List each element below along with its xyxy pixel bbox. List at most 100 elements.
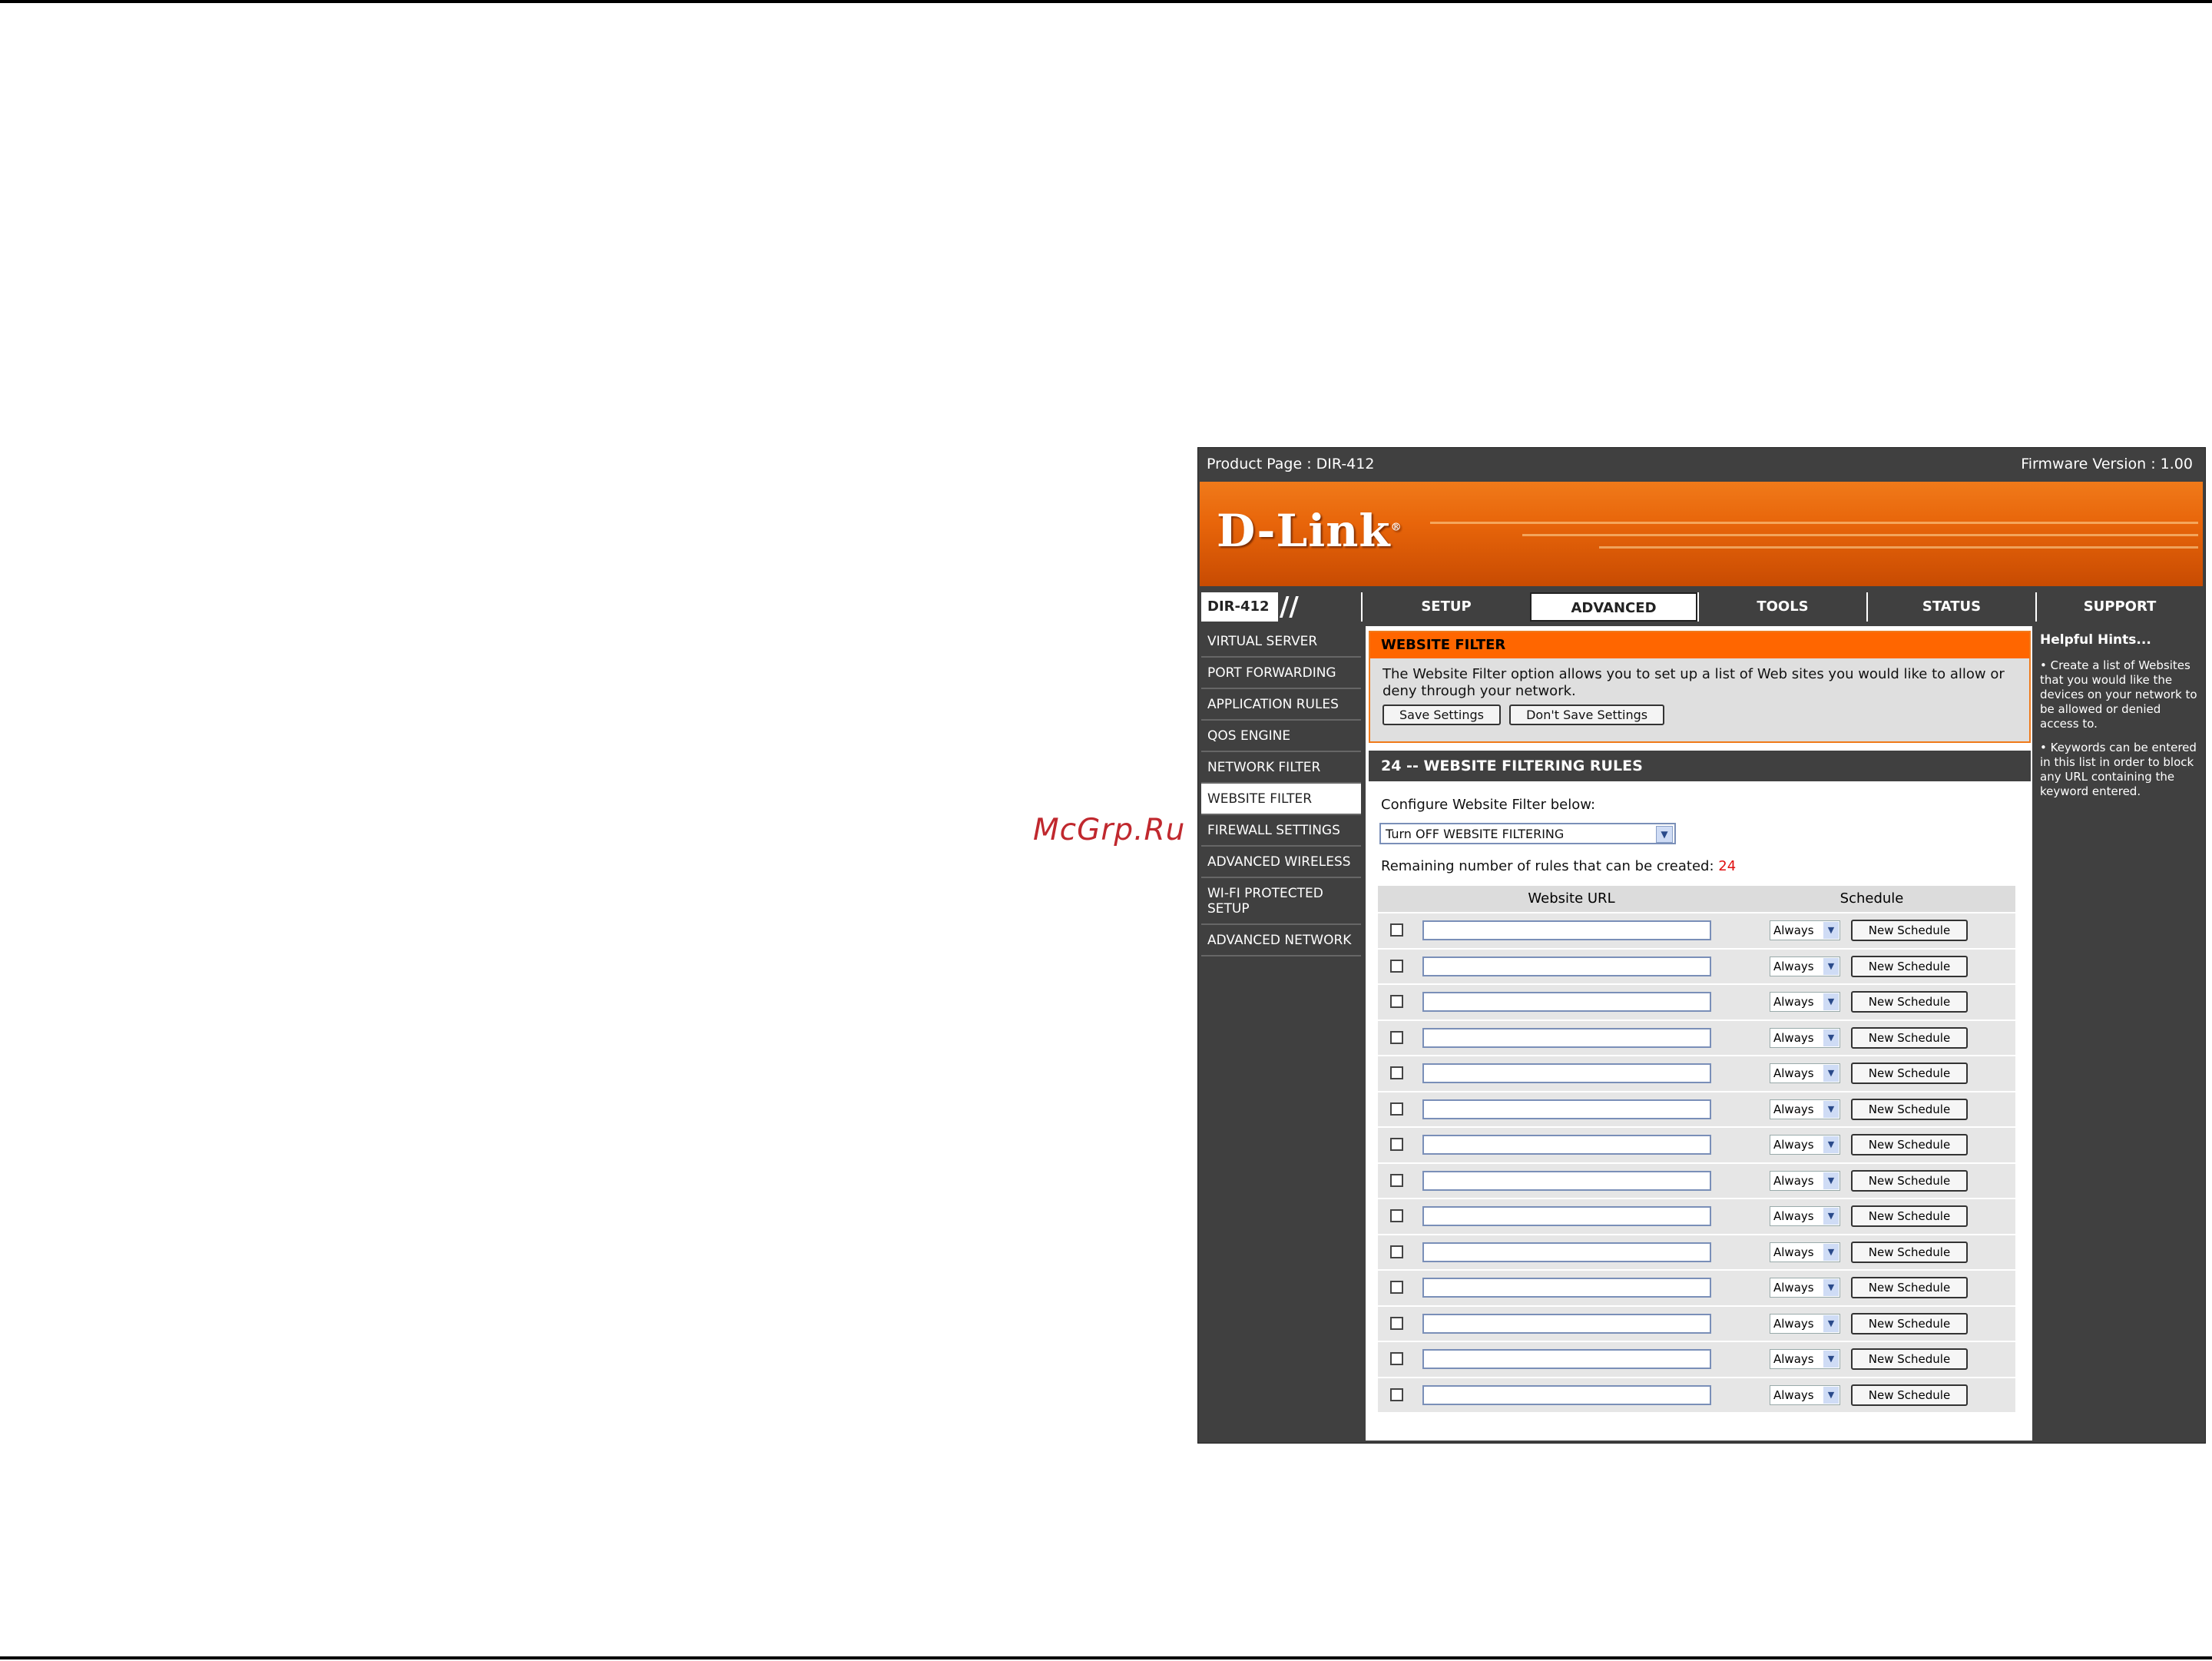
sidebar-item-network-filter[interactable]: NETWORK FILTER: [1201, 752, 1361, 784]
rule-enable-checkbox[interactable]: [1390, 923, 1403, 937]
website-url-input[interactable]: [1422, 1313, 1711, 1334]
new-schedule-button[interactable]: New Schedule: [1851, 1384, 1968, 1406]
new-schedule-button[interactable]: New Schedule: [1851, 1241, 1968, 1263]
new-schedule-button[interactable]: New Schedule: [1851, 1026, 1968, 1049]
schedule-select[interactable]: Always ▼: [1770, 1384, 1840, 1405]
rule-enable-checkbox[interactable]: [1390, 1066, 1403, 1079]
new-schedule-button[interactable]: New Schedule: [1851, 1205, 1968, 1227]
chevron-down-icon[interactable]: ▼: [1823, 1100, 1839, 1118]
schedule-value: Always: [1773, 923, 1814, 937]
website-url-input[interactable]: [1422, 1242, 1711, 1262]
new-schedule-button[interactable]: New Schedule: [1851, 1348, 1968, 1370]
website-url-input[interactable]: [1422, 1384, 1711, 1405]
rule-enable-checkbox[interactable]: [1390, 1316, 1403, 1330]
chevron-down-icon[interactable]: ▼: [1656, 826, 1673, 843]
sidebar-item-port-forwarding[interactable]: PORT FORWARDING: [1201, 658, 1361, 689]
filter-mode-select[interactable]: Turn OFF WEBSITE FILTERING ▼: [1379, 823, 1676, 844]
new-schedule-button[interactable]: New Schedule: [1851, 1098, 1968, 1120]
schedule-select[interactable]: Always ▼: [1770, 920, 1840, 940]
new-schedule-button[interactable]: New Schedule: [1851, 1312, 1968, 1334]
website-url-input[interactable]: [1422, 1063, 1711, 1083]
schedule-select[interactable]: Always ▼: [1770, 1313, 1840, 1334]
chevron-down-icon[interactable]: ▼: [1823, 1279, 1839, 1296]
rule-enable-checkbox[interactable]: [1390, 1352, 1403, 1365]
new-schedule-button[interactable]: New Schedule: [1851, 991, 1968, 1013]
schedule-select[interactable]: Always ▼: [1770, 1206, 1840, 1226]
table-row: Always ▼ New Schedule: [1378, 1305, 2015, 1341]
new-schedule-button[interactable]: New Schedule: [1851, 920, 1968, 941]
rule-enable-checkbox[interactable]: [1390, 1102, 1403, 1116]
tab-tools[interactable]: TOOLS: [1697, 592, 1866, 622]
website-url-input[interactable]: [1422, 1170, 1711, 1191]
schedule-select[interactable]: Always ▼: [1770, 1242, 1840, 1262]
chevron-down-icon[interactable]: ▼: [1823, 1136, 1839, 1153]
new-schedule-button[interactable]: New Schedule: [1851, 1277, 1968, 1298]
tab-setup[interactable]: SETUP: [1361, 592, 1530, 622]
website-url-input[interactable]: [1422, 956, 1711, 976]
website-url-input[interactable]: [1422, 1099, 1711, 1119]
chevron-down-icon[interactable]: ▼: [1823, 1172, 1839, 1189]
schedule-value: Always: [1773, 1138, 1814, 1152]
schedule-select[interactable]: Always ▼: [1770, 1278, 1840, 1298]
rule-enable-checkbox[interactable]: [1390, 959, 1403, 973]
sidebar-item-virtual-server[interactable]: VIRTUAL SERVER: [1201, 626, 1361, 658]
chevron-down-icon[interactable]: ▼: [1823, 922, 1839, 939]
website-url-input[interactable]: [1422, 920, 1711, 940]
chevron-down-icon[interactable]: ▼: [1823, 993, 1839, 1010]
rule-enable-checkbox[interactable]: [1390, 1138, 1403, 1151]
new-schedule-button[interactable]: New Schedule: [1851, 1134, 1968, 1155]
rule-enable-checkbox[interactable]: [1390, 1030, 1403, 1044]
schedule-select[interactable]: Always ▼: [1770, 1170, 1840, 1191]
website-url-input[interactable]: [1422, 1278, 1711, 1298]
schedule-select[interactable]: Always ▼: [1770, 1135, 1840, 1155]
chevron-down-icon[interactable]: ▼: [1823, 1243, 1839, 1261]
rule-enable-checkbox[interactable]: [1390, 1245, 1403, 1258]
schedule-select[interactable]: Always ▼: [1770, 1099, 1840, 1119]
sidebar-item-application-rules[interactable]: APPLICATION RULES: [1201, 689, 1361, 721]
rules-section-title: 24 -- WEBSITE FILTERING RULES: [1369, 751, 2031, 781]
chevron-down-icon[interactable]: ▼: [1823, 1386, 1839, 1404]
rule-enable-checkbox[interactable]: [1390, 1387, 1403, 1401]
new-schedule-button[interactable]: New Schedule: [1851, 955, 1968, 977]
website-url-input[interactable]: [1422, 1349, 1711, 1369]
new-schedule-button[interactable]: New Schedule: [1851, 1063, 1968, 1084]
website-url-input[interactable]: [1422, 1135, 1711, 1155]
schedule-value: Always: [1773, 1173, 1814, 1188]
remaining-label: Remaining number of rules that can be cr…: [1381, 858, 1714, 874]
table-row: Always ▼ New Schedule: [1378, 1126, 2015, 1162]
website-url-input[interactable]: [1422, 992, 1711, 1012]
sidebar-item-advanced-network[interactable]: ADVANCED NETWORK: [1201, 925, 1361, 956]
chevron-down-icon[interactable]: ▼: [1823, 1065, 1839, 1082]
sidebar-item-firewall-settings[interactable]: FIREWALL SETTINGS: [1201, 815, 1361, 847]
schedule-value: Always: [1773, 959, 1814, 973]
sidebar-item-website-filter[interactable]: WEBSITE FILTER: [1201, 784, 1361, 815]
header-schedule: Schedule: [1728, 886, 2015, 912]
sidebar-item-qos-engine[interactable]: QOS ENGINE: [1201, 721, 1361, 752]
save-settings-button[interactable]: Save Settings: [1382, 705, 1501, 725]
rule-enable-checkbox[interactable]: [1390, 1173, 1403, 1187]
schedule-value: Always: [1773, 1066, 1814, 1080]
chevron-down-icon[interactable]: ▼: [1823, 1208, 1839, 1225]
chevron-down-icon[interactable]: ▼: [1823, 1351, 1839, 1368]
rule-enable-checkbox[interactable]: [1390, 1209, 1403, 1222]
chevron-down-icon[interactable]: ▼: [1823, 957, 1839, 975]
rule-enable-checkbox[interactable]: [1390, 995, 1403, 1008]
dont-save-settings-button[interactable]: Don't Save Settings: [1509, 705, 1665, 725]
tab-advanced[interactable]: ADVANCED: [1530, 592, 1697, 622]
schedule-select[interactable]: Always ▼: [1770, 1027, 1840, 1048]
tab-status[interactable]: STATUS: [1866, 592, 2035, 622]
website-url-input[interactable]: [1422, 1027, 1711, 1048]
chevron-down-icon[interactable]: ▼: [1823, 1315, 1839, 1332]
rule-enable-checkbox[interactable]: [1390, 1281, 1403, 1294]
sidebar-item-wifi-protected-setup[interactable]: WI-FI PROTECTED SETUP: [1201, 878, 1361, 925]
new-schedule-button[interactable]: New Schedule: [1851, 1169, 1968, 1192]
website-url-input[interactable]: [1422, 1206, 1711, 1226]
tab-support[interactable]: SUPPORT: [2035, 592, 2203, 622]
chevron-down-icon[interactable]: ▼: [1823, 1029, 1839, 1046]
sidebar-item-advanced-wireless[interactable]: ADVANCED WIRELESS: [1201, 847, 1361, 878]
schedule-select[interactable]: Always ▼: [1770, 992, 1840, 1012]
schedule-select[interactable]: Always ▼: [1770, 1349, 1840, 1369]
schedule-select[interactable]: Always ▼: [1770, 956, 1840, 976]
table-row: Always ▼ New Schedule: [1378, 1341, 2015, 1377]
schedule-select[interactable]: Always ▼: [1770, 1063, 1840, 1083]
